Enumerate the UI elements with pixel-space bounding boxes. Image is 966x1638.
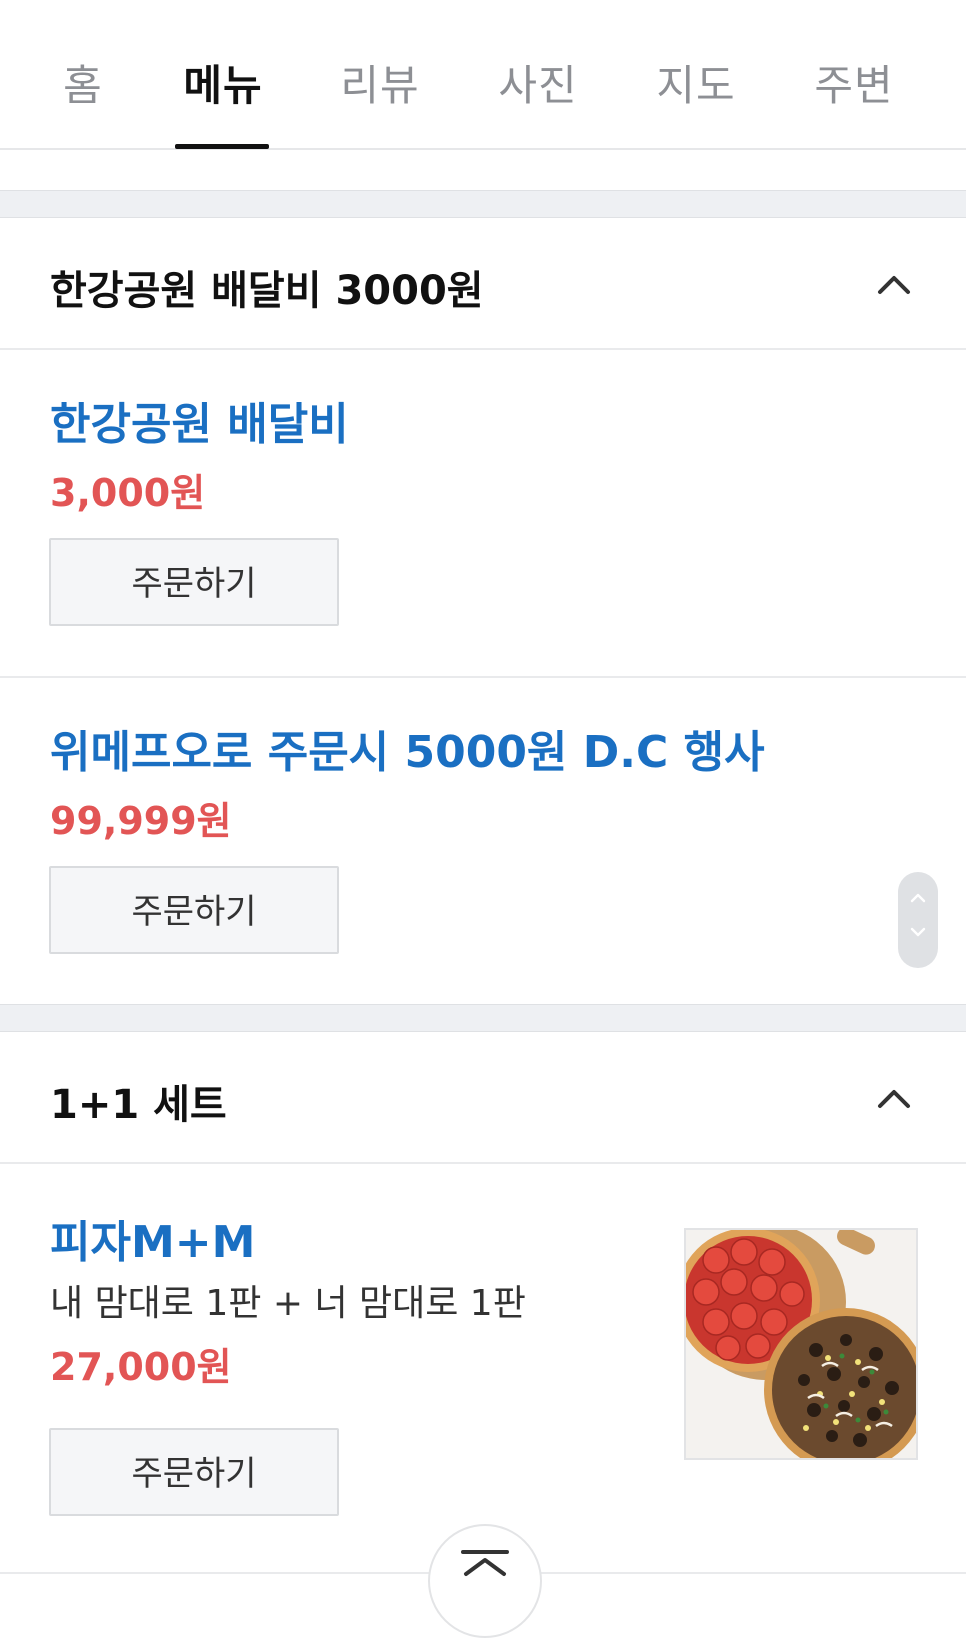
- menu-item-name[interactable]: 위메프오로 주문시 5000원 D.C 행사: [50, 716, 765, 780]
- tab-nearby[interactable]: 주변: [814, 52, 894, 112]
- section-separator: [0, 1004, 966, 1032]
- section-header-one-plus-one-set[interactable]: 1+1 세트: [0, 1032, 966, 1164]
- order-button[interactable]: 주문하기: [49, 866, 339, 954]
- pizza-photo[interactable]: [684, 1228, 918, 1460]
- order-button[interactable]: 주문하기: [49, 1428, 339, 1516]
- section-separator: [0, 190, 966, 218]
- section-title: 1+1 세트: [50, 1082, 227, 1128]
- order-button[interactable]: 주문하기: [49, 538, 339, 626]
- menu-item-price: 99,999원: [50, 799, 232, 843]
- section-title: 한강공원 배달비 3000원: [50, 268, 484, 314]
- menu-item-name[interactable]: 한강공원 배달비: [50, 388, 349, 452]
- scroll-up-icon[interactable]: [908, 888, 928, 908]
- menu-item-price: 27,000원: [50, 1345, 232, 1389]
- arrow-up-icon: [461, 1550, 509, 1576]
- chevron-up-icon[interactable]: [876, 1080, 912, 1116]
- menu-item: 한강공원 배달비 3,000원 주문하기: [0, 350, 966, 676]
- scroll-control[interactable]: [898, 872, 938, 968]
- chevron-up-icon[interactable]: [876, 266, 912, 302]
- menu-item-name[interactable]: 피자M+M: [50, 1206, 255, 1270]
- scroll-down-icon[interactable]: [908, 922, 928, 942]
- section-header-hangang-delivery[interactable]: 한강공원 배달비 3000원: [0, 218, 966, 350]
- active-tab-indicator: [175, 144, 269, 149]
- tab-map[interactable]: 지도: [656, 52, 736, 112]
- tab-photos[interactable]: 사진: [498, 52, 578, 112]
- tab-menu[interactable]: 메뉴: [178, 52, 268, 112]
- scroll-to-top-button[interactable]: [428, 1524, 542, 1638]
- menu-item: 위메프오로 주문시 5000원 D.C 행사 99,999원 주문하기: [0, 678, 966, 1002]
- tab-reviews[interactable]: 리뷰: [340, 52, 420, 112]
- menu-item-price: 3,000원: [50, 471, 206, 515]
- menu-tab-bar: 홈 메뉴 리뷰 사진 지도 주변: [0, 0, 966, 150]
- tab-home[interactable]: 홈: [60, 52, 106, 112]
- menu-item-description: 내 맘대로 1판 + 너 맘대로 1판: [50, 1283, 526, 1324]
